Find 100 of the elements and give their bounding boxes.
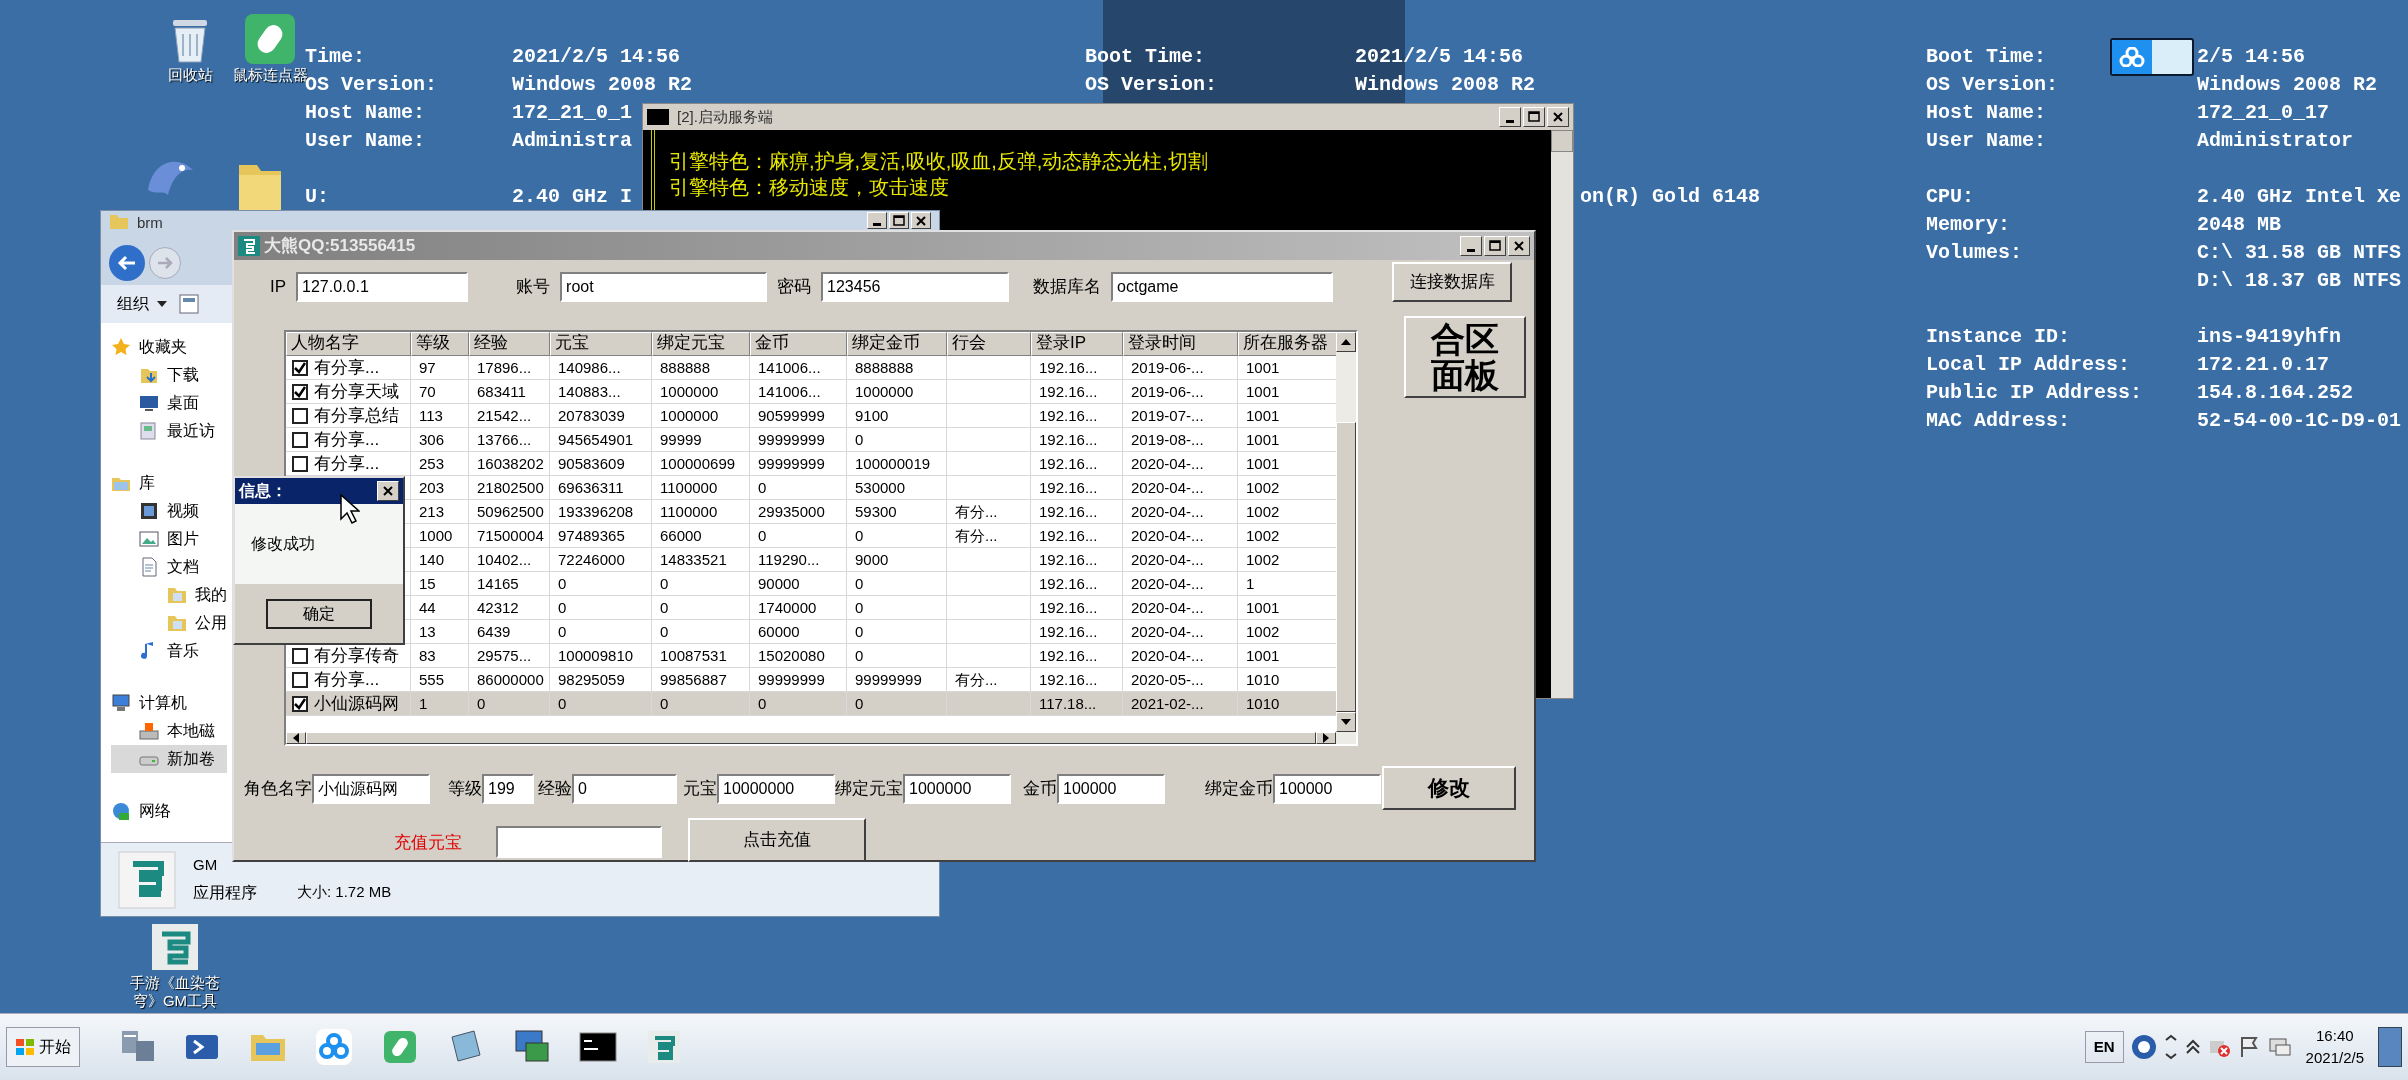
close-button[interactable] xyxy=(1547,107,1569,127)
nav-item[interactable]: 新加卷 xyxy=(111,745,227,773)
input-field[interactable]: root xyxy=(560,272,768,302)
nav-item[interactable]: 桌面 xyxy=(111,389,227,417)
input-field[interactable]: 100000 xyxy=(1057,774,1165,804)
nav-item[interactable]: 计算机 xyxy=(111,689,227,717)
column-header[interactable]: 登录IP xyxy=(1031,332,1123,356)
input-field[interactable]: 0 xyxy=(572,774,677,804)
column-header[interactable]: 登录时间 xyxy=(1123,332,1238,356)
checkbox[interactable] xyxy=(292,383,308,400)
checkbox[interactable] xyxy=(292,359,308,376)
field-label: 元宝 xyxy=(683,778,717,801)
maximize-icon xyxy=(1489,240,1501,252)
column-header[interactable]: 行会 xyxy=(947,332,1031,356)
column-header[interactable]: 人物名字 xyxy=(286,332,411,356)
column-header[interactable]: 等级 xyxy=(411,332,469,356)
table-cell: 29935000 xyxy=(750,500,847,524)
back-button[interactable] xyxy=(109,245,145,281)
merge-button[interactable]: 合区面板 xyxy=(1404,316,1526,398)
close-button[interactable] xyxy=(911,212,931,229)
checkbox[interactable] xyxy=(292,647,308,664)
nav-item[interactable]: 网络 xyxy=(111,797,227,825)
column-header[interactable]: 经验 xyxy=(469,332,550,356)
checkbox[interactable] xyxy=(292,455,308,472)
column-header[interactable]: 绑定金币 xyxy=(847,332,947,356)
picture-icon xyxy=(139,529,159,549)
nav-item[interactable]: 图片 xyxy=(111,525,227,553)
input-field[interactable]: 199 xyxy=(482,774,534,804)
minimize-button[interactable] xyxy=(1460,236,1482,256)
input-field[interactable]: octgame xyxy=(1111,272,1334,302)
table-cell: 1000 xyxy=(411,524,469,548)
table-cell: 2021-02-... xyxy=(1123,692,1238,716)
show-desktop-button[interactable] xyxy=(2378,1027,2402,1067)
scroll-down-icon xyxy=(1341,719,1351,725)
horizontal-scrollbar[interactable] xyxy=(286,732,1356,744)
nav-item[interactable]: 音乐 xyxy=(111,637,227,665)
minimize-button[interactable] xyxy=(867,212,887,229)
checkbox[interactable] xyxy=(292,695,308,712)
table-cell: 253 xyxy=(411,452,469,476)
connect-button[interactable]: 连接数据库 xyxy=(1392,262,1512,302)
nav-item[interactable]: 下载 xyxy=(111,361,227,389)
table-cell: 117.18... xyxy=(1031,692,1123,716)
input-field[interactable]: 小仙源码网 xyxy=(312,774,430,804)
checkbox[interactable] xyxy=(292,671,308,688)
clock-time[interactable]: 16:40 xyxy=(2316,1024,2354,1047)
vertical-scrollbar[interactable] xyxy=(1336,332,1356,732)
console-line: 引擎特色：移动速度，攻击速度 xyxy=(669,176,949,198)
close-button[interactable] xyxy=(1508,236,1530,256)
table-cell: 192.16... xyxy=(1031,548,1123,572)
table-cell: 0 xyxy=(652,620,750,644)
input-field[interactable]: 100000 xyxy=(1273,774,1381,804)
table-cell: 1000000 xyxy=(847,380,947,404)
table-cell: 2019-06-... xyxy=(1123,380,1238,404)
nav-item[interactable]: 最近访 xyxy=(111,417,227,445)
input-field[interactable] xyxy=(496,826,662,858)
start-button[interactable]: 开始 xyxy=(6,1027,80,1067)
column-header[interactable]: 元宝 xyxy=(550,332,652,356)
maximize-button[interactable] xyxy=(1484,236,1506,256)
folder-icon xyxy=(167,613,187,633)
organize-button[interactable]: 组织 xyxy=(117,292,167,316)
input-field[interactable]: 123456 xyxy=(821,272,1010,302)
table-cell: 0 xyxy=(469,692,550,716)
checkbox[interactable] xyxy=(292,407,308,424)
input-field[interactable]: 10000000 xyxy=(717,774,835,804)
ok-button[interactable]: 确定 xyxy=(266,598,372,629)
table-cell: 97 xyxy=(411,356,469,380)
cloud-drive-widget[interactable] xyxy=(2110,38,2194,76)
input-field[interactable]: 1000000 xyxy=(903,774,1011,804)
nav-item[interactable]: 公用 xyxy=(111,609,227,637)
desktop-icon-label[interactable]: 手游《血染苍穹》GM工具 xyxy=(125,974,225,1010)
minimize-icon xyxy=(1467,248,1475,252)
nav-item[interactable]: 我的 xyxy=(111,581,227,609)
table-cell: 140883... xyxy=(550,380,652,404)
cloud-icon xyxy=(2119,47,2145,67)
minimize-button[interactable] xyxy=(1499,107,1521,127)
nav-item[interactable]: 视频 xyxy=(111,497,227,525)
table-cell: 72246000 xyxy=(550,548,652,572)
table-cell: 98295059 xyxy=(550,668,652,692)
close-button[interactable] xyxy=(377,481,399,501)
input-field[interactable]: 127.0.0.1 xyxy=(296,272,469,302)
nav-item[interactable]: 本地磁 xyxy=(111,717,227,745)
edit-button[interactable]: 修改 xyxy=(1382,766,1516,810)
column-header[interactable]: 绑定元宝 xyxy=(652,332,750,356)
maximize-button[interactable] xyxy=(1523,107,1545,127)
nav-item[interactable]: 库 xyxy=(111,469,227,497)
table-cell: 29575... xyxy=(469,644,550,668)
recharge-button[interactable]: 点击充值 xyxy=(688,818,866,862)
clock-date[interactable]: 2021/2/5 xyxy=(2305,1047,2364,1070)
language-indicator[interactable]: EN xyxy=(2084,1030,2124,1064)
scrollbar[interactable] xyxy=(1551,130,1573,698)
maximize-button[interactable] xyxy=(889,212,909,229)
column-header[interactable]: 金币 xyxy=(750,332,847,356)
column-header[interactable]: 所在服务器 xyxy=(1238,332,1336,356)
nav-item[interactable]: 文档 xyxy=(111,553,227,581)
checkbox[interactable] xyxy=(292,431,308,448)
table-cell: 9100 xyxy=(847,404,947,428)
field-label: 账号 xyxy=(516,276,551,299)
table-cell: 141006... xyxy=(750,380,847,404)
nav-item[interactable]: 收藏夹 xyxy=(111,333,227,361)
forward-arrow-icon xyxy=(156,256,174,270)
